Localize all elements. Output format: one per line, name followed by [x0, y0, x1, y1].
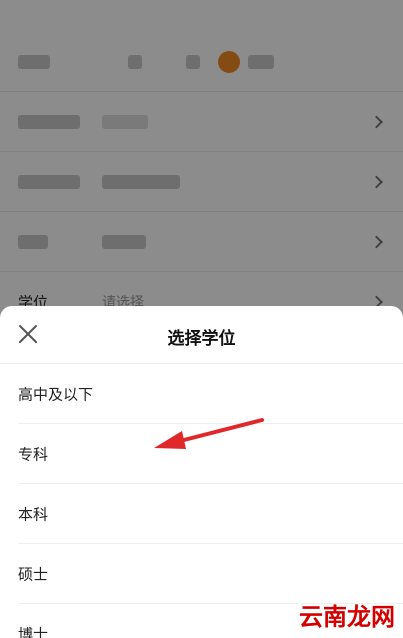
- sheet-title: 选择学位: [167, 329, 236, 349]
- option-label: 本科: [18, 505, 49, 524]
- option-master[interactable]: 硕士: [0, 544, 403, 604]
- option-label: 硕士: [18, 565, 49, 584]
- annotation-arrow-icon: [154, 418, 264, 449]
- watermark-logo: 云南龙网: [299, 603, 395, 631]
- option-label: 专科: [18, 445, 49, 464]
- option-label: 高中及以下: [18, 385, 94, 404]
- option-label: 博士: [18, 625, 49, 638]
- sheet-header: 选择学位: [0, 306, 403, 364]
- option-bachelor[interactable]: 本科: [0, 484, 403, 544]
- degree-picker-sheet: 选择学位 高中及以下 专科 本科 硕士 博士: [0, 306, 403, 638]
